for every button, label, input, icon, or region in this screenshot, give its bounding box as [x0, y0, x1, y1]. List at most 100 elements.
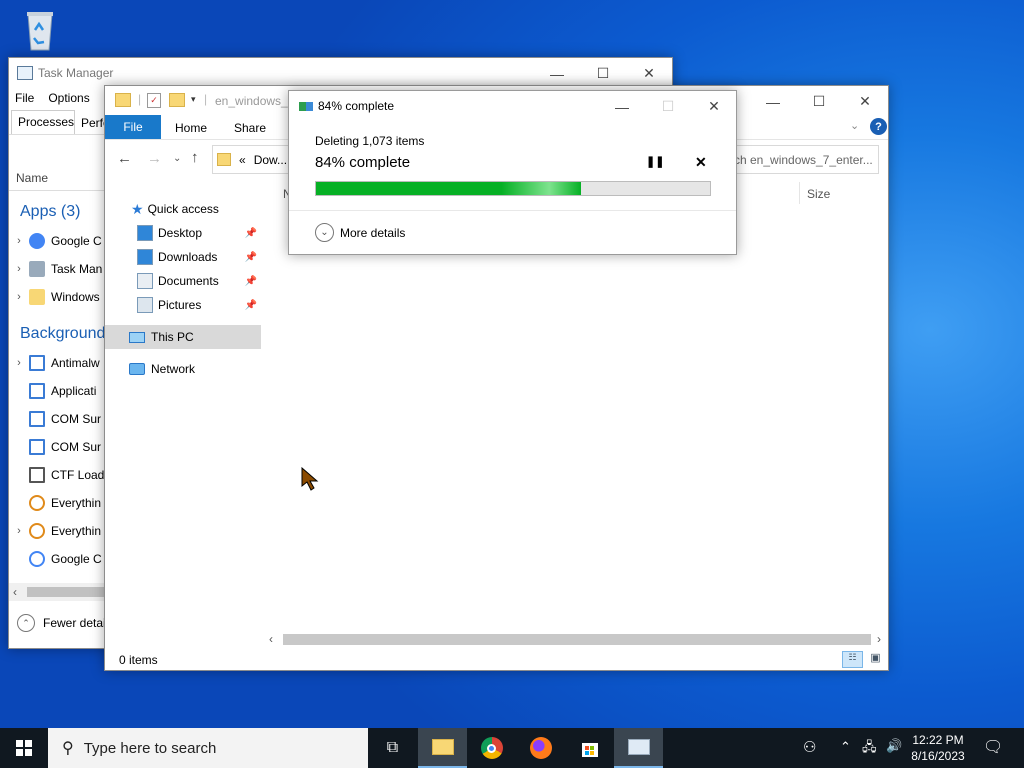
people-icon[interactable]: ⚇ [803, 738, 816, 756]
clock[interactable]: 12:22 PM 8/16/2023 [904, 732, 972, 764]
process-icon [29, 355, 45, 371]
firefox-icon[interactable] [516, 728, 565, 768]
pin-icon[interactable]: 📌 [245, 228, 257, 239]
network-icon[interactable]: 🖧 [862, 738, 877, 760]
breadcrumb-prefix[interactable]: « [239, 153, 246, 167]
background-process-row[interactable]: COM Sur [9, 433, 109, 461]
status-item-count: 0 items [119, 653, 158, 667]
address-bar[interactable]: « Dow... [212, 145, 292, 174]
large-icons-view-icon[interactable]: ▣ [867, 651, 884, 668]
fewer-details-button[interactable]: ⌃ Fewer detail [17, 614, 108, 632]
recent-locations-icon[interactable]: ⌄ [173, 153, 181, 164]
delete-progress-icon [299, 102, 313, 111]
back-arrow-icon[interactable]: ← [117, 150, 132, 167]
minimize-button[interactable]: — [599, 91, 645, 122]
ribbon-tab-home[interactable]: Home [175, 121, 207, 135]
date: 8/16/2023 [911, 749, 965, 763]
process-name: Google C [51, 552, 102, 566]
nav-downloads[interactable]: Downloads 📌 [105, 245, 261, 269]
progress-fill [316, 182, 581, 195]
store-icon[interactable] [565, 728, 614, 768]
start-button[interactable] [0, 728, 48, 768]
help-icon[interactable]: ? [870, 118, 887, 135]
volume-icon[interactable]: 🔊 [886, 738, 902, 754]
minimize-button[interactable]: — [750, 86, 796, 117]
maximize-button[interactable]: ☐ [796, 86, 842, 117]
background-process-row[interactable]: Applicati [9, 377, 109, 405]
dialog-title: 84% complete [318, 99, 395, 113]
taskbar: ⚲ Type here to search ⧉ ⚇ ⌃ 🖧 🔊 12:22 PM… [0, 728, 1024, 768]
more-details-button[interactable]: ⌄ More details [315, 223, 405, 242]
nav-documents[interactable]: Documents 📌 [105, 269, 261, 293]
mouse-cursor [301, 466, 319, 494]
task-manager-title: Task Manager [38, 66, 114, 80]
nav-desktop[interactable]: Desktop 📌 [105, 221, 261, 245]
properties-icon[interactable]: ✓ [147, 93, 161, 108]
pin-icon[interactable]: 📌 [245, 252, 257, 263]
expand-icon[interactable]: › [9, 235, 29, 247]
ribbon-tab-file[interactable]: File [105, 115, 161, 139]
notification-icon[interactable]: 🗨 [983, 737, 1003, 757]
file-explorer-icon[interactable] [418, 728, 467, 768]
background-process-row[interactable]: Google C [9, 545, 109, 573]
menu-options[interactable]: Options [48, 91, 89, 105]
close-button[interactable]: ✕ [691, 91, 737, 122]
expand-icon[interactable]: › [9, 291, 29, 303]
expand-icon[interactable]: › [9, 357, 29, 369]
ribbon-expand-icon[interactable]: ⌄ [850, 119, 859, 132]
dialog-titlebar[interactable]: 84% complete — ☐ ✕ [289, 91, 736, 122]
recycle-bin-icon[interactable] [20, 8, 60, 52]
search-input[interactable]: rch en_windows_7_enter... [723, 145, 879, 174]
details-view-icon[interactable]: ☷ [842, 651, 863, 668]
folder-icon [217, 153, 231, 166]
close-button[interactable]: ✕ [842, 86, 888, 117]
background-process-row[interactable]: COM Sur [9, 405, 109, 433]
expand-icon[interactable]: › [9, 525, 29, 537]
pin-icon[interactable]: 📌 [245, 300, 257, 311]
process-name: CTF Load [51, 468, 105, 482]
breadcrumb[interactable]: Dow... [254, 153, 287, 167]
background-process-row[interactable]: › Antimalw [9, 349, 109, 377]
process-name: Everythin [51, 496, 102, 510]
pin-icon[interactable]: 📌 [245, 276, 257, 287]
nav-network[interactable]: Network [105, 357, 261, 381]
up-arrow-icon[interactable]: ↑ [191, 149, 199, 166]
ribbon-tab-share[interactable]: Share [234, 121, 266, 135]
chevron-up-icon[interactable]: ⌃ [840, 739, 851, 755]
task-view-icon[interactable]: ⧉ [368, 728, 417, 768]
expand-icon[interactable]: › [9, 263, 29, 275]
process-icon [29, 495, 45, 511]
tab-processes[interactable]: Processes [11, 110, 75, 134]
horizontal-scrollbar[interactable]: ‹ [9, 583, 109, 601]
delete-progress-dialog[interactable]: 84% complete — ☐ ✕ Deleting 1,073 items … [288, 90, 737, 255]
app-row[interactable]: › Task Man [9, 255, 109, 283]
column-name[interactable]: Name [16, 171, 48, 185]
background-process-row[interactable]: CTF Load [9, 461, 109, 489]
nav-quick-access[interactable]: ★ Quick access [105, 197, 261, 221]
task-manager-icon[interactable] [614, 728, 663, 768]
app-row[interactable]: › Google C [9, 227, 109, 255]
new-folder-icon[interactable] [169, 93, 185, 107]
forward-arrow-icon[interactable]: → [147, 150, 162, 167]
nav-this-pc[interactable]: This PC [105, 325, 261, 349]
task-manager-icon [17, 66, 33, 80]
background-process-row[interactable]: Everythin [9, 489, 109, 517]
qat-dropdown-icon[interactable]: ▾ [191, 94, 196, 105]
app-row[interactable]: › Windows [9, 283, 109, 311]
progress-bar [315, 181, 711, 196]
chrome-icon [29, 233, 45, 249]
column-size[interactable]: Size [807, 187, 830, 201]
star-icon: ★ [131, 200, 144, 217]
menu-file[interactable]: File [15, 91, 34, 105]
taskbar-search-box[interactable]: ⚲ Type here to search [48, 728, 368, 768]
chrome-icon[interactable] [467, 728, 516, 768]
background-process-row[interactable]: › Everythin [9, 517, 109, 545]
cancel-icon[interactable]: ✕ [695, 154, 707, 171]
operation-subtitle: Deleting 1,073 items [315, 134, 425, 148]
horizontal-scrollbar[interactable]: ‹ › [267, 631, 887, 648]
nav-pictures[interactable]: Pictures 📌 [105, 293, 261, 317]
apps-header: Apps (3) [20, 203, 81, 220]
folder-icon [29, 289, 45, 305]
time: 12:22 PM [912, 733, 964, 747]
pause-icon[interactable]: ❚❚ [646, 155, 664, 168]
